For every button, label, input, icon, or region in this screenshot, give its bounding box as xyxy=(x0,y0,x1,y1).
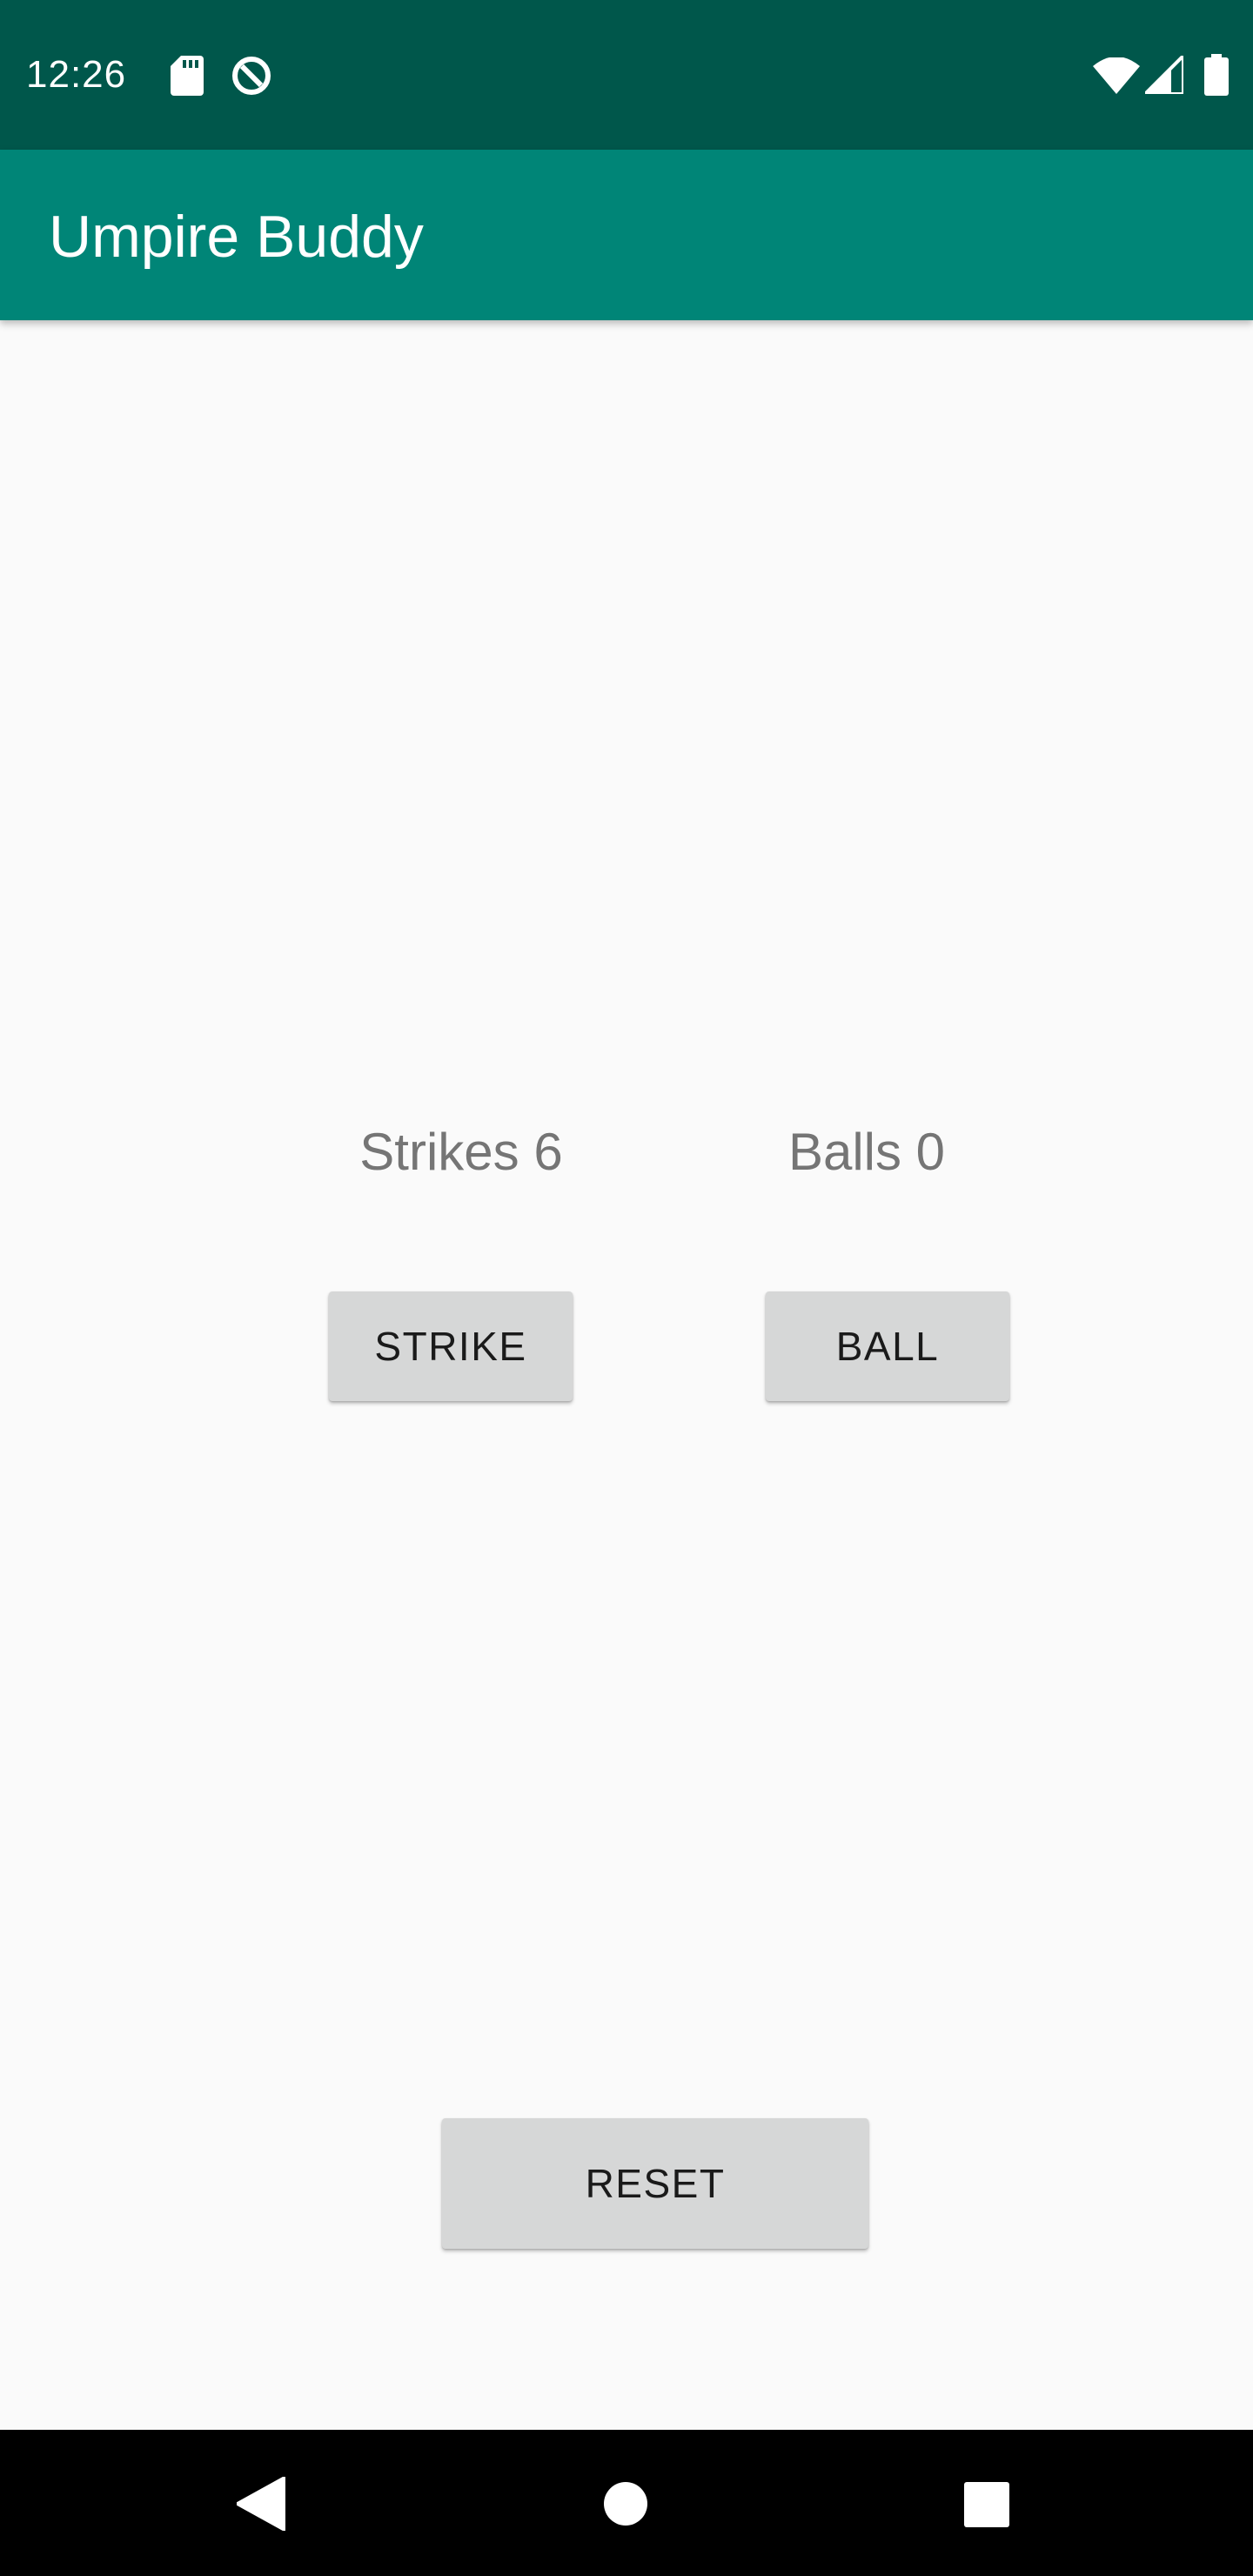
balls-count-label: Balls 0 xyxy=(787,1123,946,1181)
back-icon[interactable] xyxy=(237,2477,285,2531)
data-saver-icon xyxy=(232,57,271,95)
status-time: 12:26 xyxy=(26,53,127,96)
reset-button[interactable]: RESET xyxy=(442,2118,868,2249)
strike-button[interactable]: STRIKE xyxy=(329,1291,573,1401)
sd-card-icon xyxy=(171,56,204,96)
recents-icon[interactable] xyxy=(964,2482,1009,2527)
status-bar: 12:26 xyxy=(0,0,1253,150)
wifi-icon xyxy=(1093,57,1140,94)
ball-button[interactable]: BALL xyxy=(766,1291,1009,1401)
app-bar: Umpire Buddy xyxy=(0,150,1253,320)
battery-icon xyxy=(1204,54,1229,96)
signal-icon xyxy=(1145,56,1183,94)
navigation-bar xyxy=(0,2430,1253,2576)
strikes-count-label: Strikes 6 xyxy=(359,1123,563,1181)
home-icon[interactable] xyxy=(604,2482,647,2526)
app-title: Umpire Buddy xyxy=(49,204,424,270)
